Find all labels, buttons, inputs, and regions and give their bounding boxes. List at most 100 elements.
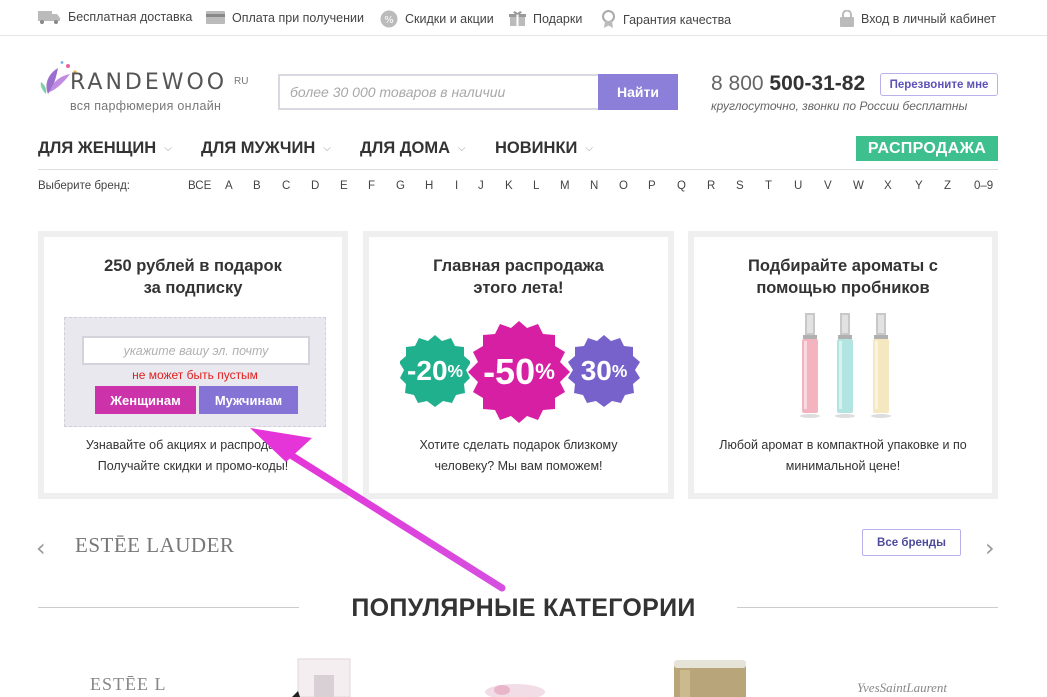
samples-text-line2: минимальной цене! [785, 459, 901, 473]
nav-women[interactable]: ДЛЯ ЖЕНЩИН ⌵ [38, 139, 172, 158]
brand-letter[interactable]: A [225, 180, 233, 192]
sale-button[interactable]: РАСПРОДАЖА [856, 136, 998, 161]
brand-letter[interactable]: N [590, 180, 598, 192]
subscribe-men-button[interactable]: Мужчинам [199, 386, 298, 414]
nav-new[interactable]: НОВИНКИ ⌵ [495, 139, 593, 158]
phone-prefix: 8 800 [711, 72, 764, 95]
nav-men[interactable]: ДЛЯ МУЖЧИН ⌵ [201, 139, 331, 158]
annotation-arrow-icon [250, 428, 506, 592]
brand-letter[interactable]: W [853, 180, 864, 192]
search-button[interactable]: Найти [598, 74, 678, 110]
phone-main: 500-31-82 [769, 72, 866, 95]
login-link[interactable]: Вход в личный кабинет [840, 10, 996, 27]
perfume-bottle-icon[interactable] [292, 657, 356, 697]
medal-icon [602, 10, 615, 28]
samples-card[interactable]: Подбирайте ароматы с помощью пробников Л… [688, 231, 998, 499]
subscribe-form: не может быть пустым Женщинам Мужчинам [64, 317, 326, 427]
wallet-icon [206, 11, 225, 24]
sale-title: Главная распродажа этого лета! [433, 257, 604, 297]
callback-button[interactable]: Перезвоните мне [880, 73, 998, 96]
brand-letter[interactable]: B [253, 180, 261, 192]
nav-home-label: ДЛЯ ДОМА [360, 139, 451, 157]
subscribe-title: 250 рублей в подарок за подписку [104, 257, 282, 297]
brand-letter[interactable]: E [340, 180, 348, 192]
categories-title: ПОПУЛЯРНЫЕ КАТЕГОРИИ [351, 594, 696, 622]
discount-badge-30: 30% [568, 332, 640, 410]
brand-letter[interactable]: S [736, 180, 744, 192]
topbar-discounts-label: Скидки и акции [405, 12, 494, 26]
badge-20-pct: % [447, 360, 463, 381]
topbar-gifts[interactable]: Подарки [509, 10, 582, 27]
topbar-guarantee[interactable]: Гарантия качества [601, 10, 731, 29]
cream-jar-icon[interactable] [670, 660, 750, 697]
discount-icon: % [380, 10, 398, 28]
top-bar: Бесплатная доставка Оплата при получении… [0, 0, 1047, 36]
brand-letter[interactable]: G [396, 180, 405, 192]
badge-30-pct: % [611, 360, 628, 381]
pink-vial-icon [800, 313, 820, 418]
carousel-prev-icon[interactable]: ‹ [36, 534, 46, 562]
svg-text:%: % [384, 15, 394, 26]
phone-note: круглосуточно, звонки по России бесплатн… [711, 99, 968, 113]
brand-letter[interactable]: Z [944, 180, 951, 192]
brand-letter[interactable]: O [619, 180, 628, 192]
topbar-gifts-label: Подарки [533, 11, 583, 26]
gift-icon [509, 11, 526, 26]
nav-women-label: ДЛЯ ЖЕНЩИН [38, 139, 157, 157]
login-label: Вход в личный кабинет [861, 11, 996, 26]
chevron-down-icon: ⌵ [585, 143, 593, 154]
topbar-delivery[interactable]: Бесплатная доставка [38, 10, 192, 24]
category-ysl[interactable]: YvesSaintLaurent [857, 680, 947, 696]
chevron-down-icon: ⌵ [323, 143, 331, 154]
site-logo[interactable]: RANDEWOO RU вся парфюмерия онлайн [38, 58, 258, 118]
brand-letter[interactable]: Q [677, 180, 686, 192]
brand-letter[interactable]: U [794, 180, 802, 192]
brand-letter[interactable]: I [455, 180, 458, 192]
brand-letter[interactable]: P [648, 180, 656, 192]
topbar-discounts[interactable]: % Скидки и акции [380, 10, 494, 28]
brand-alphabet: Выберите бренд: ВСЕ A B C D E F G H I J … [38, 180, 998, 194]
samples-title: Подбирайте ароматы с помощью пробников [748, 257, 938, 297]
brand-letter[interactable]: M [560, 180, 570, 192]
lock-icon [840, 10, 854, 27]
yellow-vial-icon [871, 313, 891, 418]
badge-50-pct: % [535, 359, 555, 384]
truck-icon [38, 11, 60, 24]
phone-number[interactable]: 8 800 500-31-82 [711, 72, 865, 96]
brand-estee-lauder[interactable]: ESTĒE LAUDER [75, 533, 234, 558]
brand-letter[interactable]: R [707, 180, 715, 192]
email-field[interactable] [82, 336, 310, 365]
aqua-vial-icon [835, 313, 855, 418]
brand-letter[interactable]: T [765, 180, 772, 192]
brand-letter[interactable]: 0–9 [974, 180, 993, 192]
search-input[interactable] [278, 74, 598, 110]
email-error: не может быть пустым [132, 368, 258, 382]
brand-letter[interactable]: Y [915, 180, 923, 192]
carousel-next-icon[interactable]: › [985, 534, 995, 562]
brand-letter[interactable]: H [425, 180, 433, 192]
nav-men-label: ДЛЯ МУЖЧИН [201, 139, 316, 157]
brand-letter[interactable]: L [533, 180, 539, 192]
topbar-payment[interactable]: Оплата при получении [206, 10, 364, 25]
brand-letter[interactable]: J [478, 180, 484, 192]
subscribe-women-button[interactable]: Женщинам [95, 386, 196, 414]
brand-letter[interactable]: V [824, 180, 832, 192]
brand-letter[interactable]: D [311, 180, 319, 192]
category-strip: ESTĒE L YvesSaintLaurent [0, 650, 1047, 697]
topbar-delivery-label: Бесплатная доставка [68, 10, 193, 24]
brand-letter[interactable]: ВСЕ [188, 180, 211, 192]
all-brands-button[interactable]: Все бренды [862, 529, 961, 556]
discount-badge-20: -20% [400, 331, 470, 411]
main-nav: ДЛЯ ЖЕНЩИН ⌵ ДЛЯ МУЖЧИН ⌵ ДЛЯ ДОМА ⌵ НОВ… [38, 136, 998, 170]
badge-20-value: -20 [407, 355, 448, 386]
discount-badge-50: -50% [468, 321, 570, 423]
brand-letter[interactable]: C [282, 180, 290, 192]
chevron-down-icon: ⌵ [164, 143, 172, 154]
category-estee[interactable]: ESTĒE L [90, 674, 167, 695]
nav-home[interactable]: ДЛЯ ДОМА ⌵ [360, 139, 466, 158]
brand-letter[interactable]: K [505, 180, 513, 192]
brand-letter[interactable]: X [884, 180, 892, 192]
cosmetic-pink-icon[interactable] [480, 680, 550, 697]
brand-label: Выберите бренд: [38, 180, 130, 192]
brand-letter[interactable]: F [368, 180, 375, 192]
